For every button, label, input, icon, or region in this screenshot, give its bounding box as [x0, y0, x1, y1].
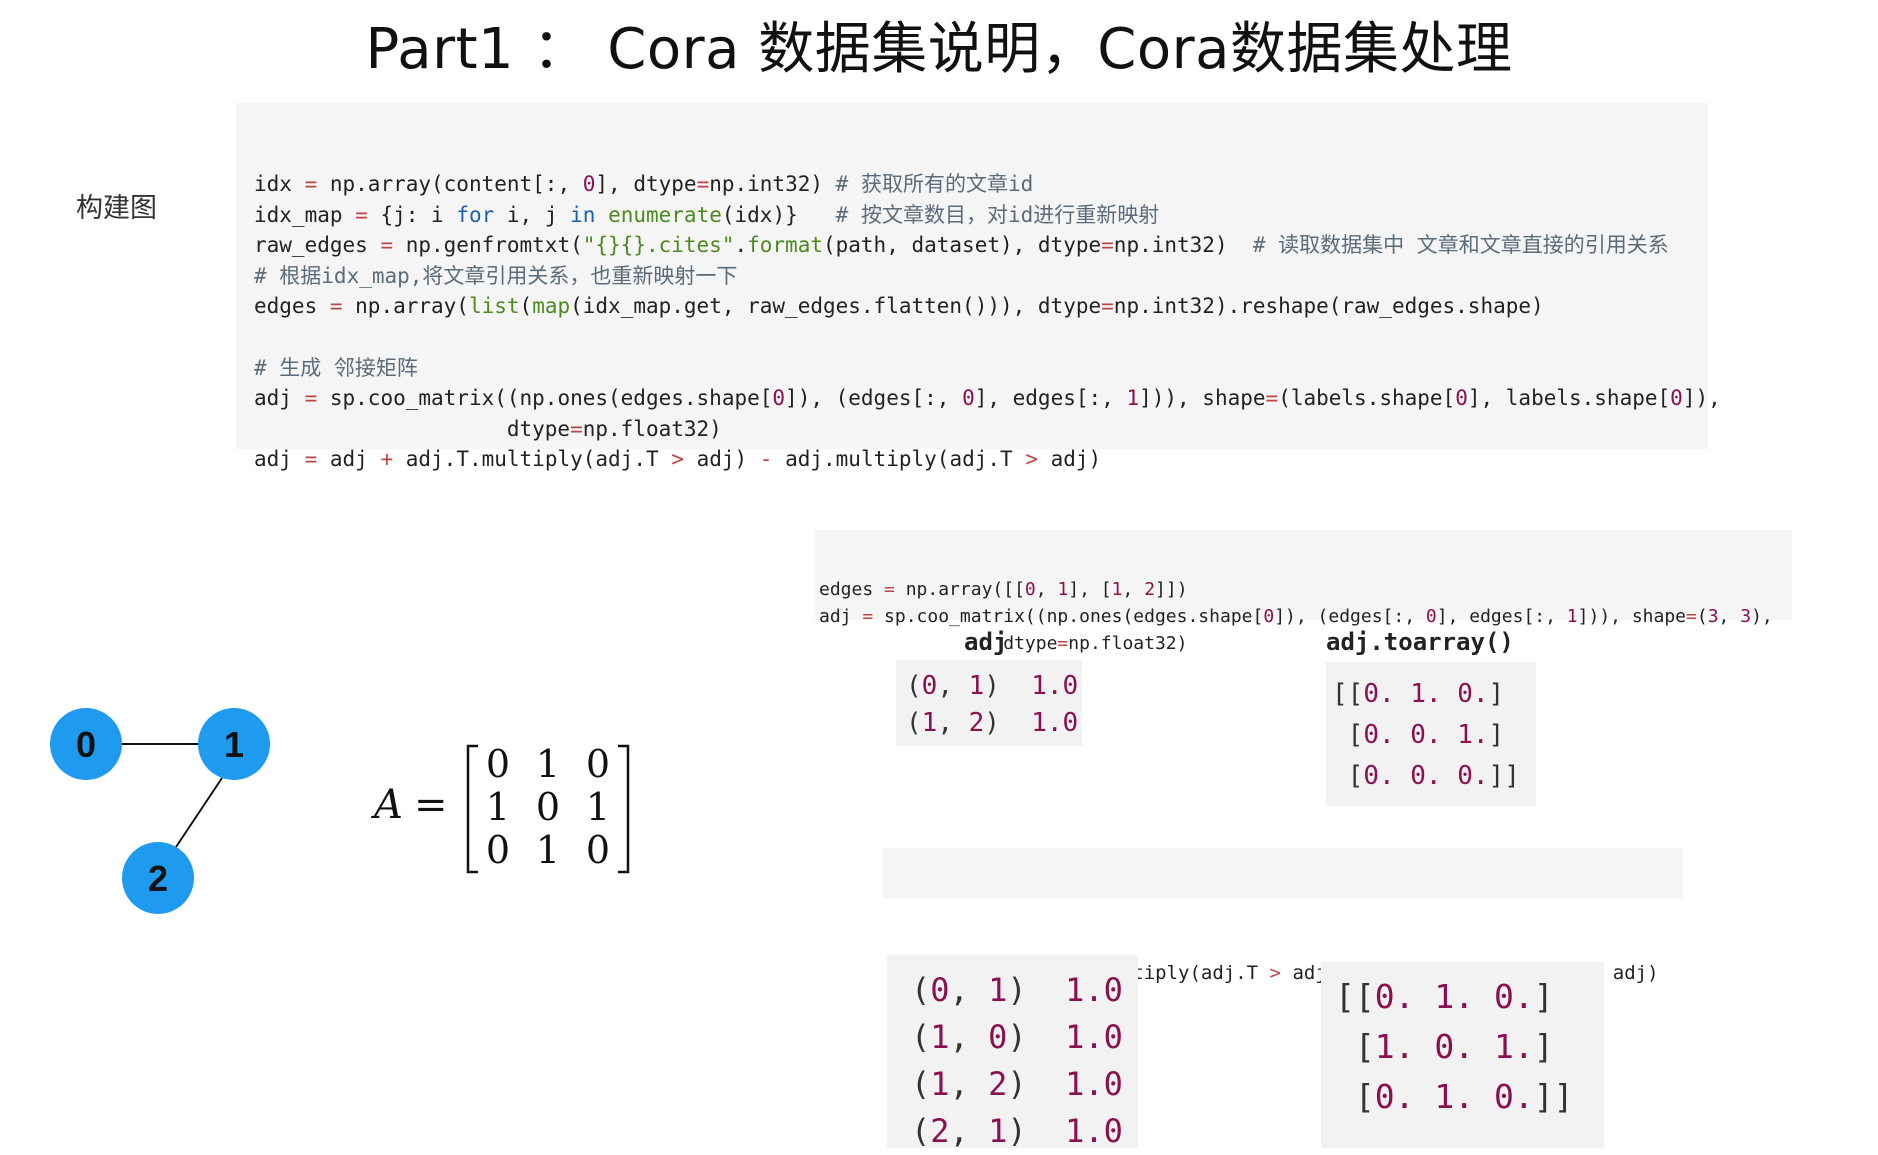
main-code-block: idx = np.array(content[:, 0], dtype=np.i…	[236, 103, 1721, 471]
code-lines: idx = np.array(content[:, 0], dtype=np.i…	[254, 169, 1721, 475]
code-line: dtype=np.float32)	[254, 416, 722, 441]
adj-output-label: adj	[964, 628, 1008, 656]
code-line: # 生成 邻接矩阵	[254, 355, 418, 380]
section-label: 构建图	[76, 193, 157, 224]
code-line: raw_edges = np.genfromtxt("{}{}.cites".f…	[254, 233, 1669, 258]
output-line: [0. 1. 0.]]	[1335, 1077, 1574, 1116]
output-line: [0. 0. 1.]	[1332, 720, 1505, 750]
dense-output: [[0. 1. 0.] [0. 0. 1.] [0. 0. 0.]]	[1326, 662, 1536, 806]
graph-diagram: 0 1 2	[50, 708, 270, 914]
graph-edge-1-2	[173, 777, 223, 851]
code-line: edges = np.array([[0, 1], [1, 2]])	[819, 579, 1188, 600]
output-line: (0, 1) 1.0	[911, 971, 1123, 1009]
code-line: # 根据idx_map,将文章引用关系，也重新映射一下	[254, 263, 738, 288]
output-line: [[0. 1. 0.]	[1335, 977, 1554, 1016]
sparse-sym-output: (0, 1) 1.0 (1, 0) 1.0 (1, 2) 1.0 (2, 1) 1.0	[887, 955, 1138, 1150]
dense-sym-output: [[0. 1. 0.] [1. 0. 1.] [0. 1. 0.]]	[1321, 962, 1604, 1148]
graph-node-0: 0	[50, 708, 122, 780]
matrix-cell: 0	[585, 828, 611, 872]
matrix-equals: =	[414, 782, 448, 828]
code-line: idx = np.array(content[:, 0], dtype=np.i…	[254, 172, 1034, 196]
matrix-cell: 0	[535, 785, 561, 829]
adjacency-matrix: 010101010	[464, 742, 632, 876]
svg-text:1: 1	[224, 724, 244, 765]
code-line: idx_map = {j: i for i, j in enumerate(id…	[254, 202, 1160, 227]
matrix-cell: 1	[485, 785, 511, 829]
code-line: adj = adj + adj.T.multiply(adj.T > adj) …	[254, 447, 1102, 472]
output-line: [0. 0. 0.]]	[1332, 761, 1520, 791]
matrix-cell: 0	[585, 742, 611, 786]
code-line: adj = sp.coo_matrix((np.ones(edges.shape…	[819, 606, 1773, 627]
matrix-cell: 0	[485, 828, 511, 872]
symmetrize-code-block: adj = adj + adj.T.multiply(adj.T > adj) …	[882, 848, 1683, 984]
matrix-cell: 1	[535, 828, 561, 872]
example-code-block: edges = np.array([[0, 1], [1, 2]]) adj = …	[815, 530, 1792, 654]
output-line: (1, 2) 1.0	[906, 708, 1079, 738]
matrix-name: A	[374, 782, 403, 828]
graph-node-1: 1	[198, 708, 270, 780]
page-title: Part1 ： Cora 数据集说明，Cora数据集处理	[365, 17, 1513, 82]
code-line: adj = sp.coo_matrix((np.ones(edges.shape…	[254, 386, 1721, 411]
graph-node-2: 2	[122, 842, 194, 914]
svg-text:2: 2	[148, 858, 168, 899]
sparse-output: (0, 1) 1.0 (1, 2) 1.0	[896, 660, 1082, 746]
matrix-cell: 1	[585, 785, 611, 829]
toarray-output-label: adj.toarray()	[1326, 628, 1514, 656]
output-line: (1, 0) 1.0	[911, 1018, 1123, 1056]
code-line: edges = np.array(list(map(idx_map.get, r…	[254, 294, 1544, 319]
matrix-cell: 1	[535, 742, 561, 786]
matrix-cell: 0	[485, 742, 511, 786]
output-line: [1. 0. 1.]	[1335, 1027, 1554, 1066]
svg-text:0: 0	[76, 724, 96, 765]
output-line: (1, 2) 1.0	[911, 1065, 1123, 1103]
output-line: [[0. 1. 0.]	[1332, 679, 1505, 709]
output-line: (0, 1) 1.0	[906, 671, 1079, 701]
